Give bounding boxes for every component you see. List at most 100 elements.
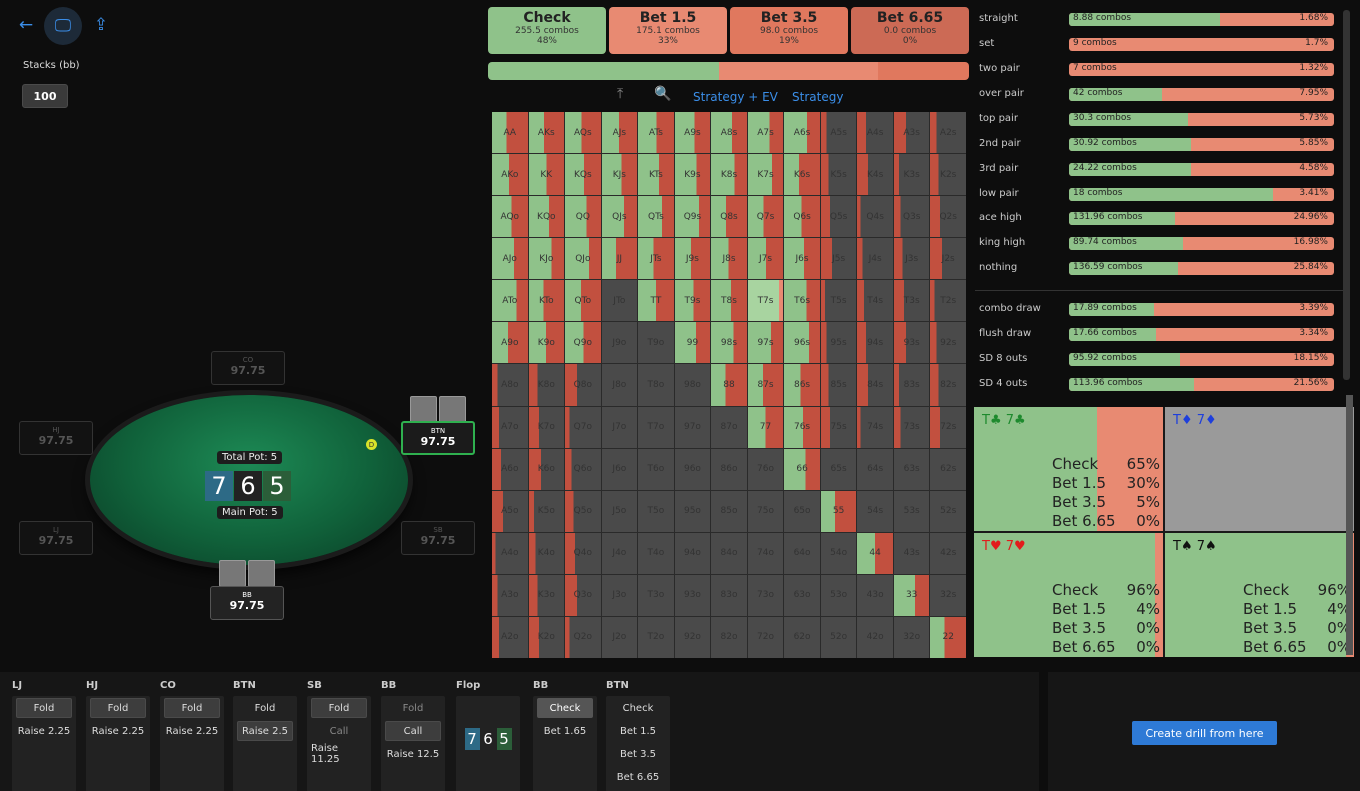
hand-cell[interactable]: QTs — [638, 196, 674, 238]
hand-cell[interactable]: T3s — [893, 280, 930, 322]
hand-cell[interactable]: K3o — [528, 574, 565, 616]
hand-cell[interactable]: A3s — [893, 112, 930, 154]
hand-cell[interactable]: 72s — [930, 406, 966, 448]
hand-cell[interactable]: J9s — [674, 238, 711, 280]
hand-cell[interactable]: TT — [638, 280, 674, 322]
history-option[interactable]: Raise 12.5 — [385, 744, 441, 764]
hand-cell[interactable]: 94s — [857, 322, 893, 364]
hand-cell[interactable]: 92o — [674, 616, 711, 658]
hand-cell[interactable]: KJo — [528, 238, 565, 280]
history-option[interactable]: Fold — [164, 698, 220, 718]
hand-cell[interactable]: J6o — [601, 448, 638, 490]
stat-row[interactable]: flush draw 17.66 combos 3.34% — [979, 328, 1339, 342]
hand-cell[interactable]: 97o — [674, 406, 711, 448]
hand-cell[interactable]: 98s — [711, 322, 747, 364]
hand-cell[interactable]: 76o — [747, 448, 784, 490]
hand-cell[interactable]: K9o — [528, 322, 565, 364]
hand-cell[interactable]: A9s — [674, 112, 711, 154]
hand-cell[interactable]: A6s — [784, 112, 820, 154]
hand-cell[interactable]: 87o — [711, 406, 747, 448]
hand-cell[interactable]: J7o — [601, 406, 638, 448]
hand-cell[interactable]: QJo — [565, 238, 601, 280]
stat-row[interactable]: king high 89.74 combos 16.98% — [979, 237, 1339, 251]
hand-cell[interactable]: J8o — [601, 364, 638, 406]
hand-cell[interactable]: J9o — [601, 322, 638, 364]
export-icon[interactable]: ⇪ — [88, 10, 114, 40]
hand-cell[interactable]: T6o — [638, 448, 674, 490]
hand-cell[interactable]: 44 — [857, 532, 893, 574]
hand-cell[interactable]: 66 — [784, 448, 820, 490]
hand-cell[interactable]: K5o — [528, 490, 565, 532]
history-option[interactable]: Fold — [385, 698, 441, 718]
seat-sb[interactable]: SB 97.75 — [401, 521, 475, 555]
hand-cell[interactable]: T2o — [638, 616, 674, 658]
hand-cell[interactable]: 77 — [747, 406, 784, 448]
hand-cell[interactable]: 72o — [747, 616, 784, 658]
hand-cell[interactable]: K7s — [747, 154, 784, 196]
hand-cell[interactable]: Q5o — [565, 490, 601, 532]
history-option[interactable]: Check — [610, 698, 666, 718]
hand-cell[interactable]: 83s — [893, 364, 930, 406]
hand-cell[interactable]: AA — [492, 112, 528, 154]
tab-strategy[interactable]: Strategy — [792, 90, 843, 104]
hand-cell[interactable]: 75s — [820, 406, 857, 448]
hand-cell[interactable]: Q7o — [565, 406, 601, 448]
hand-cell[interactable]: 87s — [747, 364, 784, 406]
hand-cell[interactable]: T5o — [638, 490, 674, 532]
hand-cell[interactable]: 43o — [857, 574, 893, 616]
hand-cell[interactable]: 96o — [674, 448, 711, 490]
hand-cell[interactable]: KQo — [528, 196, 565, 238]
hand-cell[interactable]: 63o — [784, 574, 820, 616]
stat-row[interactable]: set 9 combos 1.7% — [979, 38, 1339, 52]
hand-cell[interactable]: T8s — [711, 280, 747, 322]
hand-cell[interactable]: AJs — [601, 112, 638, 154]
hand-cell[interactable]: 84s — [857, 364, 893, 406]
hand-cell[interactable]: 55 — [820, 490, 857, 532]
hand-cell[interactable]: Q8s — [711, 196, 747, 238]
stat-row[interactable]: low pair 18 combos 3.41% — [979, 188, 1339, 202]
hand-cell[interactable]: KQs — [565, 154, 601, 196]
stat-row[interactable]: ace high 131.96 combos 24.96% — [979, 212, 1339, 226]
hand-cell[interactable]: 95o — [674, 490, 711, 532]
hand-cell[interactable]: JJ — [601, 238, 638, 280]
hand-cell[interactable]: T9o — [638, 322, 674, 364]
tab-strategy-ev[interactable]: Strategy + EV — [693, 90, 778, 104]
hand-cell[interactable]: 73s — [893, 406, 930, 448]
hand-cell[interactable]: J2s — [930, 238, 966, 280]
hand-cell[interactable]: JTs — [638, 238, 674, 280]
hand-cell[interactable]: 63s — [893, 448, 930, 490]
back-arrow-icon[interactable]: ← — [12, 10, 40, 40]
combo-quadrant[interactable]: T♣ 7♣ Check 65% Bet 1.5 30% Bet 3.5 5% Bet 6.65… — [974, 407, 1163, 531]
action-check[interactable]: Check 255.5 combos 48% — [488, 7, 606, 54]
hand-cell[interactable]: A9o — [492, 322, 528, 364]
hand-cell[interactable]: A4s — [857, 112, 893, 154]
hand-cell[interactable]: T5s — [820, 280, 857, 322]
hand-cell[interactable]: 92s — [930, 322, 966, 364]
hand-cell[interactable]: T7o — [638, 406, 674, 448]
hand-cell[interactable]: K3s — [893, 154, 930, 196]
hand-cell[interactable]: AKs — [528, 112, 565, 154]
history-option[interactable]: Fold — [90, 698, 146, 718]
hand-cell[interactable]: A5o — [492, 490, 528, 532]
hand-cell[interactable]: K2o — [528, 616, 565, 658]
hand-cell[interactable]: K4s — [857, 154, 893, 196]
hand-cell[interactable]: 53o — [820, 574, 857, 616]
stat-row[interactable]: 3rd pair 24.22 combos 4.58% — [979, 163, 1339, 177]
hand-cell[interactable]: J2o — [601, 616, 638, 658]
hand-cell[interactable]: KTo — [528, 280, 565, 322]
hand-cell[interactable]: K9s — [674, 154, 711, 196]
stats-scrollbar[interactable] — [1343, 10, 1350, 380]
hand-cell[interactable]: 96s — [784, 322, 820, 364]
hand-cell[interactable]: 82o — [711, 616, 747, 658]
combo-quadrant[interactable]: T♦ 7♦ — [1165, 407, 1354, 531]
combo-quadrant[interactable]: T♥ 7♥ Check 96% Bet 1.5 4% Bet 3.5 0% Bet 6.65 0… — [974, 533, 1163, 657]
hand-cell[interactable]: 73o — [747, 574, 784, 616]
hand-cell[interactable]: K6s — [784, 154, 820, 196]
hand-cell[interactable]: 74o — [747, 532, 784, 574]
stat-row[interactable]: top pair 30.3 combos 5.73% — [979, 113, 1339, 127]
hand-cell[interactable]: 88 — [711, 364, 747, 406]
hand-cell[interactable]: J3s — [893, 238, 930, 280]
create-drill-button[interactable]: Create drill from here — [1132, 721, 1277, 745]
pin-icon[interactable]: ⤒ — [617, 86, 623, 102]
hand-cell[interactable]: 95s — [820, 322, 857, 364]
